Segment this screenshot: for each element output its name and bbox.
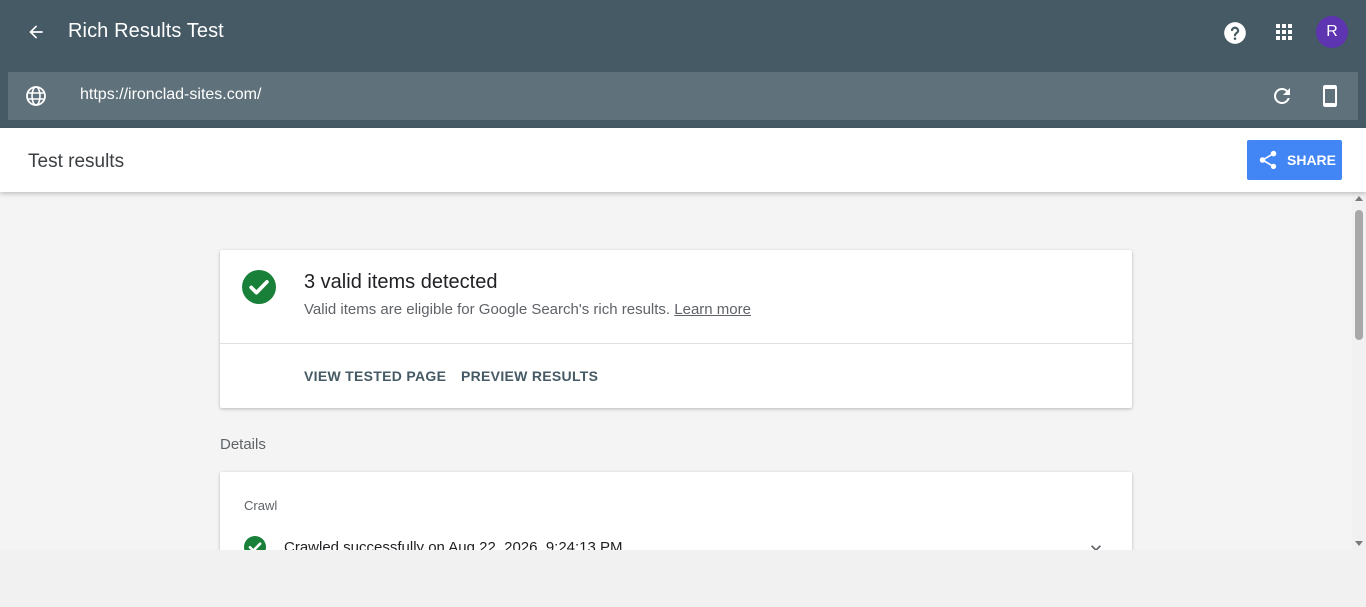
retest-button[interactable] (1270, 84, 1294, 108)
vertical-scrollbar[interactable] (1352, 192, 1366, 550)
results-header: Test results SHARE (0, 128, 1366, 192)
check-circle-icon (242, 270, 276, 304)
check-circle-icon (244, 536, 266, 550)
url-bar: https://ironclad-sites.com/ (8, 72, 1358, 120)
summary-card: 3 valid items detected Valid items are e… (220, 250, 1132, 408)
share-button[interactable]: SHARE (1247, 140, 1342, 180)
help-button[interactable] (1222, 20, 1248, 46)
scroll-up-arrow[interactable] (1355, 196, 1363, 201)
crawl-status: Crawled successfully on Aug 22, 2026, 9:… (284, 539, 623, 550)
crawl-label: Crawl (244, 498, 278, 513)
apps-button[interactable] (1272, 20, 1296, 44)
preview-results-button[interactable]: PREVIEW RESULTS (461, 368, 598, 384)
apps-grid-icon (1276, 24, 1292, 40)
scroll-thumb[interactable] (1355, 210, 1363, 340)
globe-icon (26, 86, 46, 106)
valid-items-title: 3 valid items detected (304, 271, 498, 293)
results-title: Test results (28, 151, 125, 172)
top-app-bar: Rich Results Test R https://ironclad-sit… (0, 0, 1366, 128)
page-footer-area (0, 550, 1366, 607)
share-label: SHARE (1287, 152, 1337, 168)
crawl-card: Crawl Crawled successfully on Aug 22, 20… (220, 472, 1132, 550)
results-content[interactable]: 3 valid items detected Valid items are e… (0, 192, 1352, 550)
valid-items-description: Valid items are eligible for Google Sear… (304, 301, 751, 318)
tested-url[interactable]: https://ironclad-sites.com/ (80, 86, 261, 104)
chevron-down-icon[interactable] (1086, 538, 1106, 550)
back-button[interactable] (22, 18, 50, 46)
app-title: Rich Results Test (68, 20, 224, 42)
account-avatar[interactable]: R (1316, 16, 1348, 48)
share-icon (1259, 150, 1277, 170)
valid-items-text: Valid items are eligible for Google Sear… (304, 301, 671, 318)
details-heading: Details (220, 436, 266, 453)
view-tested-page-button[interactable]: VIEW TESTED PAGE (304, 368, 446, 384)
help-icon (1224, 22, 1246, 44)
learn-more-link[interactable]: Learn more (674, 301, 751, 318)
device-toggle-button[interactable] (1318, 84, 1342, 108)
refresh-icon (1273, 87, 1290, 104)
scroll-down-arrow[interactable] (1355, 541, 1363, 546)
card-divider (220, 343, 1132, 344)
smartphone-icon (1323, 85, 1337, 107)
arrow-back-icon (29, 25, 43, 39)
